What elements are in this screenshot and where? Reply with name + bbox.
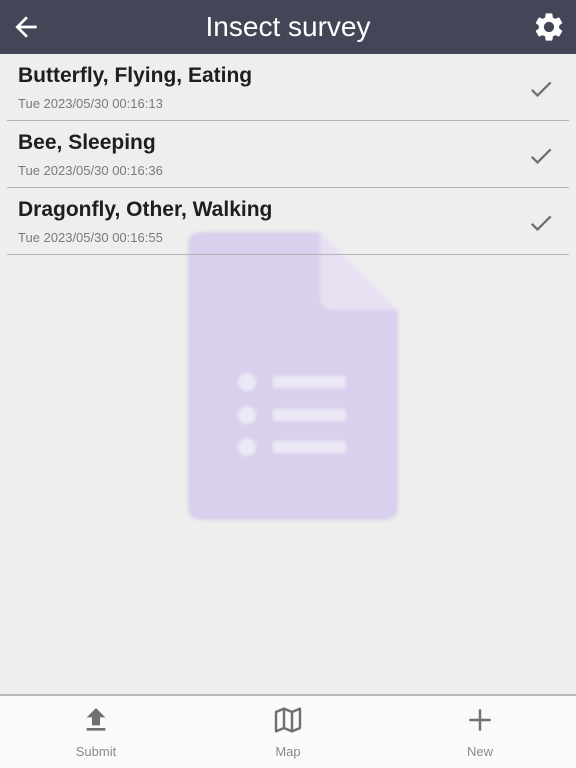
page-title: Insect survey [205, 11, 371, 42]
item-date: Tue 2023/05/30 00:16:55 [18, 230, 163, 245]
item-date: Tue 2023/05/30 00:16:13 [18, 96, 163, 111]
item-name: Bee, Sleeping [18, 131, 156, 154]
item-name: Butterfly, Flying, Eating [18, 64, 253, 87]
submit-button[interactable]: Submit [0, 696, 192, 768]
check-icon [530, 215, 552, 232]
map-button[interactable]: Map [192, 696, 384, 768]
bottom-nav: Submit Map New [0, 694, 576, 768]
new-button[interactable]: New [384, 696, 576, 768]
list-item[interactable]: Dragonfly, Other, Walking Tue 2023/05/30… [7, 188, 569, 255]
plus-icon [469, 709, 491, 731]
map-label: Map [275, 744, 301, 759]
gear-icon[interactable] [532, 10, 566, 44]
app-header: Insect survey [0, 0, 576, 54]
list-item[interactable]: Butterfly, Flying, Eating Tue 2023/05/30… [7, 54, 569, 121]
survey-list: Butterfly, Flying, Eating Tue 2023/05/30… [0, 54, 576, 255]
upload-icon [86, 708, 106, 731]
map-icon [274, 707, 302, 733]
item-name: Dragonfly, Other, Walking [18, 198, 273, 221]
new-label: New [466, 744, 493, 759]
list-item[interactable]: Bee, Sleeping Tue 2023/05/30 00:16:36 [7, 121, 569, 188]
item-date: Tue 2023/05/30 00:16:36 [18, 163, 163, 178]
form-document-icon [188, 232, 398, 520]
check-icon [530, 81, 552, 98]
submit-label: Submit [75, 744, 117, 759]
check-icon [530, 148, 552, 165]
